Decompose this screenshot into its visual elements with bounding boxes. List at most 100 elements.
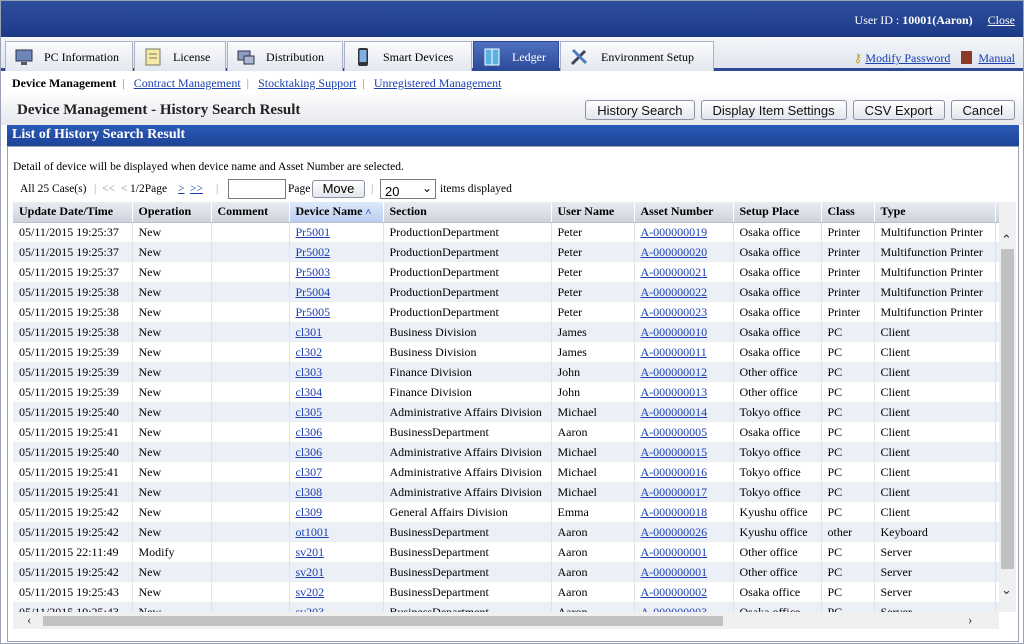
scroll-right-icon[interactable]: › — [968, 612, 972, 628]
asset-number-link[interactable]: A-000000010 — [641, 325, 708, 339]
csv-export-button[interactable]: CSV Export — [852, 100, 945, 120]
asset-number-link[interactable]: A-000000001 — [641, 565, 708, 579]
device-name-link[interactable]: Pr5001 — [296, 225, 331, 239]
table-cell: PC — [821, 322, 875, 342]
column-header[interactable]: User Name — [551, 202, 635, 223]
asset-number-link[interactable]: A-000000001 — [641, 545, 708, 559]
table-cell — [211, 302, 290, 322]
horizontal-scrollbar[interactable]: ‹ › — [13, 612, 999, 629]
subnav-device-management[interactable]: Device Management — [12, 76, 116, 90]
subnav-contract-management[interactable]: Contract Management — [134, 76, 241, 90]
scroll-up-icon[interactable]: ⌃ — [1001, 232, 1012, 248]
device-name-link[interactable]: cl305 — [296, 405, 323, 419]
column-header[interactable]: Section — [383, 202, 552, 223]
cancel-button[interactable]: Cancel — [950, 100, 1015, 120]
device-name-link[interactable]: sv202 — [296, 585, 325, 599]
subnav-unregistered-management[interactable]: Unregistered Management — [374, 76, 502, 90]
device-name-link[interactable]: cl303 — [296, 365, 323, 379]
asset-number-link[interactable]: A-000000002 — [641, 585, 708, 599]
asset-number-link[interactable]: A-000000026 — [641, 525, 708, 539]
move-button[interactable]: Move — [312, 180, 365, 198]
asset-number-link[interactable]: A-000000015 — [641, 445, 708, 459]
asset-number-link[interactable]: A-000000020 — [641, 245, 708, 259]
table-cell: New — [132, 402, 212, 422]
device-name-link[interactable]: cl301 — [296, 325, 323, 339]
device-name-link[interactable]: cl308 — [296, 485, 323, 499]
asset-number-link[interactable]: A-000000018 — [641, 505, 708, 519]
asset-number-link[interactable]: A-000000011 — [641, 345, 707, 359]
tab-pc-information[interactable]: PC Information — [5, 41, 133, 71]
horizontal-scroll-thumb[interactable] — [43, 616, 723, 626]
device-name-link[interactable]: cl306 — [296, 445, 323, 459]
tab-ledger[interactable]: Ledger — [473, 41, 559, 71]
page-info: 1/2Page — [130, 183, 168, 195]
subnav-stocktaking-support[interactable]: Stocktaking Support — [258, 76, 356, 90]
device-name-link[interactable]: sv203 — [296, 605, 325, 613]
modify-password-link[interactable]: Modify Password — [865, 51, 950, 65]
asset-number-link[interactable]: A-000000019 — [641, 225, 708, 239]
tab-distribution[interactable]: Distribution — [227, 41, 343, 71]
column-header[interactable]: Asset Number — [634, 202, 734, 223]
next-page-link[interactable]: > — [178, 183, 185, 195]
prev-page-link[interactable]: < — [121, 183, 128, 195]
column-header[interactable]: Setup Place — [733, 202, 822, 223]
key-icon: ⚷ — [853, 51, 863, 65]
device-name-link[interactable]: cl302 — [296, 345, 323, 359]
items-per-page-select[interactable]: 20 ⌄ — [380, 179, 436, 199]
table-cell: PC — [821, 422, 875, 442]
column-header[interactable]: Class — [821, 202, 875, 223]
asset-number-link[interactable]: A-000000005 — [641, 425, 708, 439]
first-page-link[interactable]: << — [102, 183, 115, 195]
device-name-link[interactable]: Pr5005 — [296, 305, 331, 319]
manual-link[interactable]: Manual — [978, 51, 1015, 65]
results-panel: Detail of device will be displayed when … — [7, 146, 1019, 642]
asset-number-link[interactable]: A-000000003 — [641, 605, 708, 613]
table-cell: 05/11/2015 19:25:38 — [13, 322, 133, 342]
asset-number-link[interactable]: A-000000023 — [641, 305, 708, 319]
device-name-link[interactable]: cl309 — [296, 505, 323, 519]
device-name-link[interactable]: cl307 — [296, 465, 323, 479]
asset-number-link[interactable]: A-000000017 — [641, 485, 708, 499]
vertical-scroll-thumb[interactable] — [1001, 249, 1014, 569]
vertical-scrollbar[interactable]: ⌃ ⌄ — [999, 202, 1016, 612]
asset-number-link[interactable]: A-000000014 — [641, 405, 708, 419]
table-cell: Client — [874, 362, 996, 382]
column-header[interactable]: Type — [874, 202, 996, 223]
close-link[interactable]: Close — [988, 13, 1015, 27]
table-cell: Michael — [551, 442, 635, 462]
asset-number-link[interactable]: A-000000013 — [641, 385, 708, 399]
device-name-link[interactable]: sv201 — [296, 545, 325, 559]
tab-smart-devices[interactable]: Smart Devices — [344, 41, 472, 71]
asset-number-link[interactable]: A-000000012 — [641, 365, 708, 379]
column-header[interactable]: Operation — [132, 202, 212, 223]
scroll-left-icon[interactable]: ‹ — [27, 612, 31, 628]
tab-license[interactable]: License — [134, 41, 226, 71]
device-name-link[interactable]: cl306 — [296, 425, 323, 439]
history-search-button[interactable]: History Search — [585, 100, 695, 120]
asset-number-link[interactable]: A-000000016 — [641, 465, 708, 479]
table-cell: New — [132, 442, 212, 462]
table-cell: A-000000013 — [634, 382, 734, 402]
device-name-link[interactable]: sv201 — [296, 565, 325, 579]
asset-number-link[interactable]: A-000000021 — [641, 265, 708, 279]
last-page-link[interactable]: >> — [190, 183, 203, 195]
page-number-input[interactable] — [228, 179, 286, 199]
device-name-link[interactable]: ot1001 — [296, 525, 329, 539]
table-cell: PC — [821, 362, 875, 382]
column-header[interactable]: Update Date/Time — [13, 202, 133, 223]
scroll-down-icon[interactable]: ⌄ — [1001, 582, 1012, 598]
table-cell: Tokyo office — [733, 442, 822, 462]
column-header[interactable]: Comment — [211, 202, 290, 223]
tab-environment-setup[interactable]: Environment Setup — [560, 41, 714, 71]
display-item-settings-button[interactable]: Display Item Settings — [700, 100, 847, 120]
device-name-link[interactable]: Pr5002 — [296, 245, 331, 259]
asset-number-link[interactable]: A-000000022 — [641, 285, 708, 299]
table-cell: New — [132, 602, 212, 612]
table-cell: Michael — [551, 462, 635, 482]
table-cell: Osaka office — [733, 342, 822, 362]
device-name-link[interactable]: Pr5004 — [296, 285, 331, 299]
column-header[interactable]: Device Name ˄ — [289, 202, 384, 223]
sort-ascending-icon[interactable]: ˄ — [365, 207, 371, 218]
device-name-link[interactable]: cl304 — [296, 385, 323, 399]
device-name-link[interactable]: Pr5003 — [296, 265, 331, 279]
